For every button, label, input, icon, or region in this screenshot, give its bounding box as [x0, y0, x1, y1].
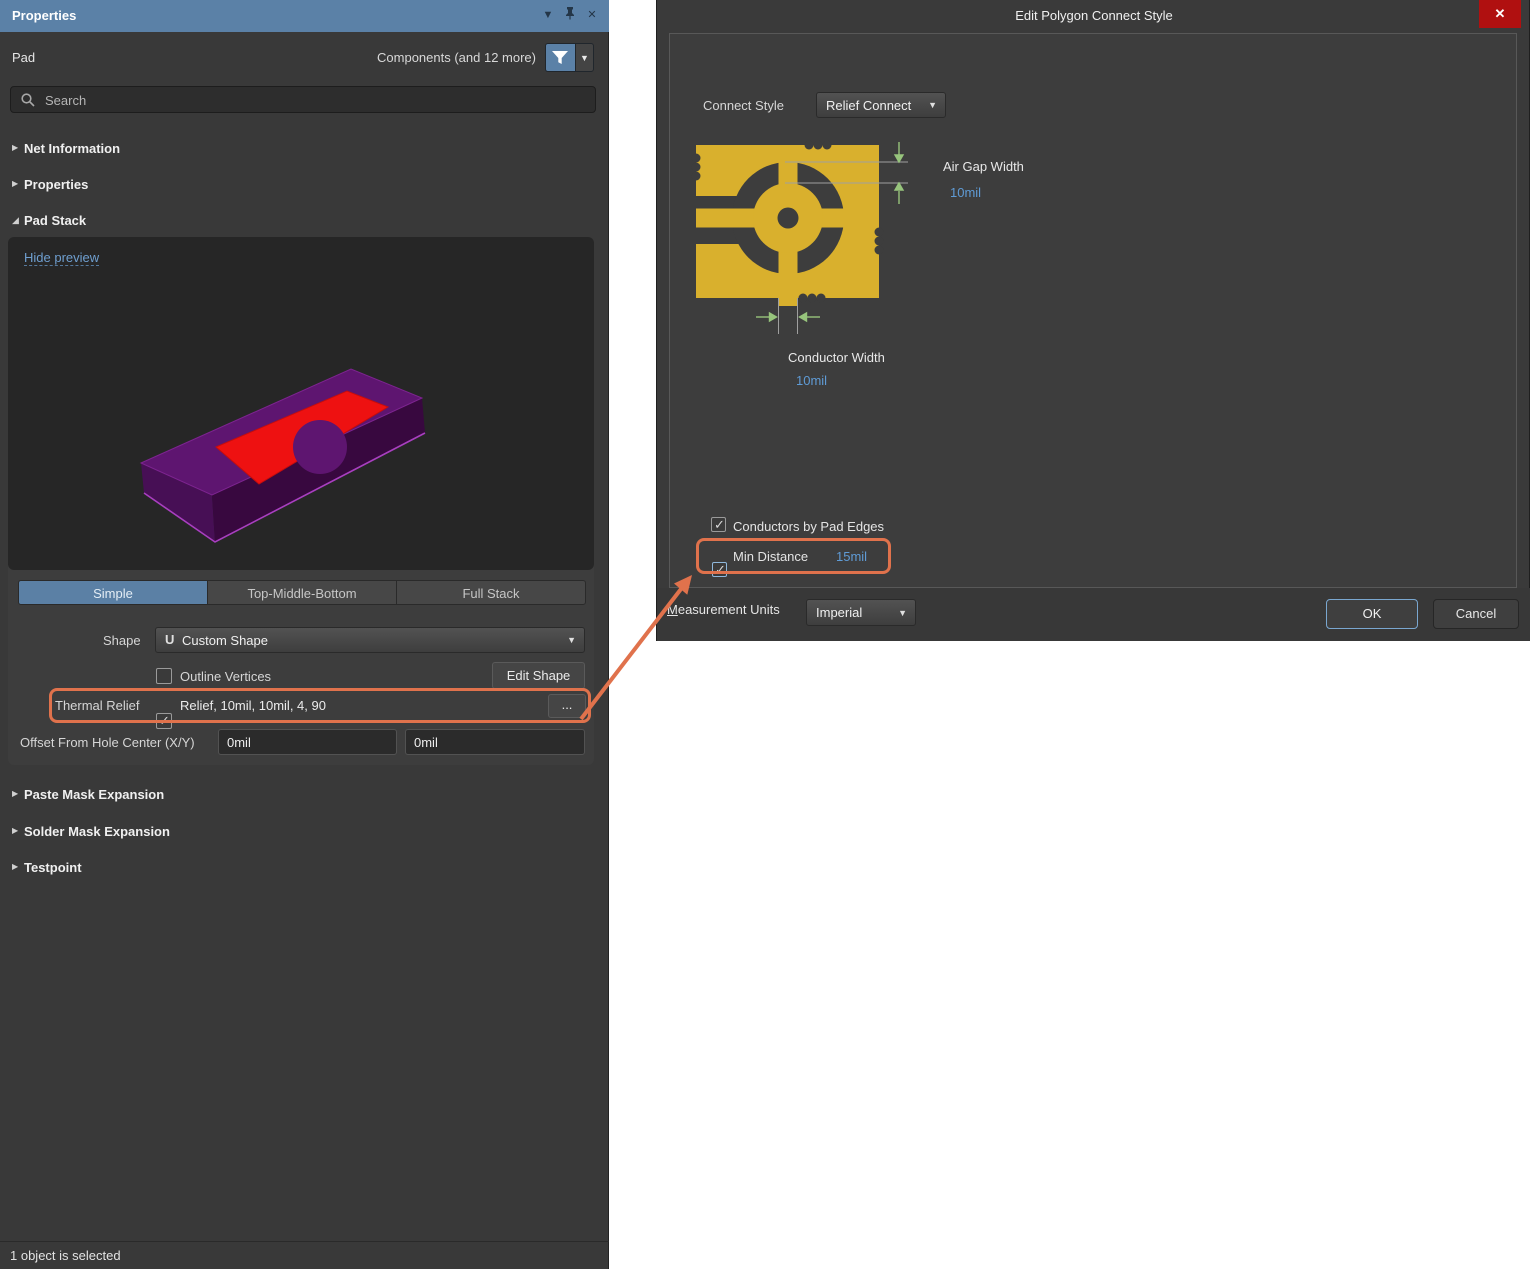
cancel-button[interactable]: Cancel	[1433, 599, 1519, 629]
funnel-icon	[551, 50, 569, 66]
min-distance-label: Min Distance	[733, 549, 808, 564]
units-value: Imperial	[816, 605, 862, 620]
section-label: Pad Stack	[24, 213, 86, 228]
measurement-units-label: Measurement Units	[667, 602, 780, 617]
connect-style-dropdown[interactable]: Relief Connect ▼	[816, 92, 946, 118]
section-paste-mask-expansion[interactable]: ▶ Paste Mask Expansion	[0, 785, 609, 807]
section-testpoint[interactable]: ▶ Testpoint	[0, 858, 609, 880]
chevron-down-icon: ▼	[898, 608, 907, 618]
filter-dropdown-button[interactable]: ▼	[575, 43, 594, 72]
search-box	[10, 86, 596, 113]
pin-icon[interactable]	[561, 6, 579, 24]
conductor-width-label: Conductor Width	[788, 350, 885, 365]
chevron-down-icon: ▼	[928, 100, 937, 110]
relief-connect-diagram	[688, 136, 968, 348]
collapsed-arrow-icon: ▶	[12, 789, 18, 798]
tab-full-stack[interactable]: Full Stack	[397, 581, 585, 604]
collapsed-arrow-icon: ▶	[12, 826, 18, 835]
section-properties[interactable]: ▶ Properties	[0, 175, 609, 197]
filter-scope-label: Components (and 12 more)	[377, 50, 536, 65]
dialog-bottom-bar: Measurement Units Imperial ▼ OK Cancel	[657, 588, 1530, 641]
offset-label: Offset From Hole Center (X/Y)	[20, 735, 195, 750]
shape-label: Shape	[103, 633, 141, 648]
edit-shape-button[interactable]: Edit Shape	[492, 662, 585, 689]
offset-x-input[interactable]	[218, 729, 397, 755]
dialog-title: Edit Polygon Connect Style	[657, 0, 1530, 32]
conductor-width-value[interactable]: 10mil	[796, 373, 827, 388]
outline-vertices-label: Outline Vertices	[180, 669, 271, 684]
panel-menu-chevron-icon[interactable]: ▼	[539, 6, 557, 24]
section-pad-stack[interactable]: ◢ Pad Stack	[0, 211, 609, 233]
chevron-down-icon: ▼	[567, 635, 576, 645]
status-separator	[0, 1241, 609, 1242]
pad-stack-body: Hide preview Simple Top-Middle	[8, 237, 594, 765]
min-distance-checkbox[interactable]	[712, 562, 727, 577]
measurement-units-dropdown[interactable]: Imperial ▼	[806, 599, 916, 626]
ok-button[interactable]: OK	[1326, 599, 1418, 629]
thermal-relief-label: Thermal Relief	[55, 698, 140, 713]
section-label: Solder Mask Expansion	[24, 824, 170, 839]
air-gap-width-value[interactable]: 10mil	[950, 185, 981, 200]
conductors-by-pad-edges-label: Conductors by Pad Edges	[733, 519, 884, 534]
edit-polygon-connect-style-dialog: Edit Polygon Connect Style ✕ Connect Sty…	[656, 0, 1530, 641]
object-type-label: Pad	[12, 50, 35, 65]
dialog-content: Connect Style Relief Connect ▼	[669, 33, 1517, 588]
connect-style-value: Relief Connect	[826, 98, 911, 113]
section-label: Paste Mask Expansion	[24, 787, 164, 802]
custom-shape-icon: U	[165, 632, 174, 647]
status-text: 1 object is selected	[10, 1248, 121, 1263]
section-label: Testpoint	[24, 860, 82, 875]
connect-style-label: Connect Style	[703, 98, 784, 113]
thermal-relief-checkbox[interactable]	[156, 713, 172, 729]
outline-vertices-checkbox[interactable]	[156, 668, 172, 684]
section-label: Net Information	[24, 141, 120, 156]
panel-titlebar: Properties ▼ ✕	[0, 0, 609, 32]
pad-3d-render	[8, 237, 594, 570]
tab-top-middle-bottom[interactable]: Top-Middle-Bottom	[208, 581, 397, 604]
collapsed-arrow-icon: ▶	[12, 179, 18, 188]
screen: Properties ▼ ✕ Pad Components (and 12 mo…	[0, 0, 1530, 1269]
thermal-relief-value: Relief, 10mil, 10mil, 4, 90	[180, 698, 326, 713]
collapsed-arrow-icon: ▶	[12, 862, 18, 871]
section-label: Properties	[24, 177, 88, 192]
thermal-relief-more-button[interactable]: ...	[548, 694, 586, 718]
search-input[interactable]	[43, 88, 587, 113]
filter-button[interactable]	[545, 43, 575, 72]
min-distance-value[interactable]: 15mil	[836, 549, 867, 564]
pad-stack-tabs: Simple Top-Middle-Bottom Full Stack	[18, 580, 586, 605]
conductors-by-pad-edges-checkbox[interactable]	[711, 517, 726, 532]
pad-3d-preview[interactable]: Hide preview	[8, 237, 594, 570]
expanded-arrow-icon: ◢	[12, 215, 19, 226]
tab-simple[interactable]: Simple	[19, 581, 208, 604]
air-gap-width-label: Air Gap Width	[943, 159, 1024, 174]
section-net-information[interactable]: ▶ Net Information	[0, 139, 609, 161]
shape-dropdown[interactable]: U Custom Shape ▼	[155, 627, 585, 653]
offset-y-input[interactable]	[405, 729, 585, 755]
properties-panel: Properties ▼ ✕ Pad Components (and 12 mo…	[0, 0, 609, 1269]
panel-title: Properties	[12, 8, 76, 23]
dialog-close-button[interactable]: ✕	[1479, 0, 1521, 28]
search-icon	[21, 93, 35, 107]
section-solder-mask-expansion[interactable]: ▶ Solder Mask Expansion	[0, 822, 609, 844]
collapsed-arrow-icon: ▶	[12, 143, 18, 152]
shape-value: Custom Shape	[182, 633, 268, 648]
panel-close-icon[interactable]: ✕	[583, 6, 601, 24]
